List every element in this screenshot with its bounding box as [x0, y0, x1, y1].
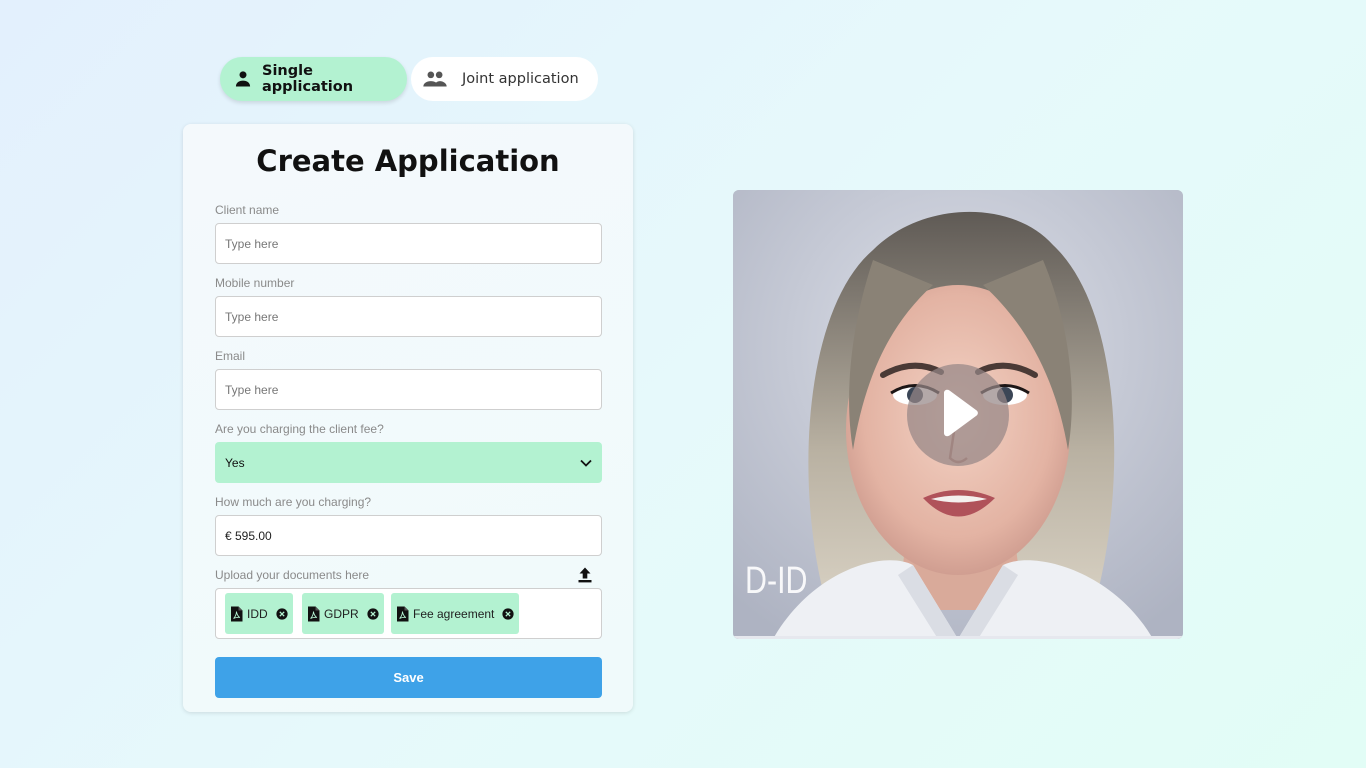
tab-joint-application[interactable]: Joint application	[411, 57, 598, 101]
page-title: Create Application	[256, 144, 560, 178]
email-input[interactable]	[215, 369, 602, 410]
document-label: IDD	[247, 606, 268, 621]
pdf-icon	[230, 606, 243, 622]
fee-amount-label: How much are you charging?	[215, 495, 372, 509]
people-icon	[422, 69, 448, 89]
application-type-tabs: Single application Joint application	[220, 57, 598, 101]
pdf-icon	[307, 606, 320, 622]
client-name-input[interactable]	[215, 223, 602, 264]
create-application-card: Create Application Client name Mobile nu…	[183, 124, 633, 712]
document-chip-idd[interactable]: IDD	[225, 593, 293, 634]
save-button[interactable]: Save	[215, 657, 602, 698]
person-icon	[233, 69, 253, 89]
fee-amount-input[interactable]	[215, 515, 602, 556]
charging-fee-label: Are you charging the client fee?	[215, 422, 384, 436]
chevron-down-icon	[580, 456, 592, 470]
tab-label: Joint application	[462, 71, 579, 87]
tab-single-application[interactable]: Single application	[220, 57, 407, 101]
document-chip-gdpr[interactable]: GDPR	[302, 593, 384, 634]
document-list: IDD GDPR Fee agreement	[215, 588, 602, 639]
tab-label: Single application	[262, 63, 354, 95]
play-button[interactable]	[907, 364, 1009, 466]
play-icon	[936, 388, 980, 443]
document-chip-fee-agreement[interactable]: Fee agreement	[391, 593, 520, 634]
close-icon[interactable]	[367, 607, 379, 620]
mobile-number-label: Mobile number	[215, 276, 295, 290]
charging-fee-value: Yes	[225, 455, 245, 470]
client-name-label: Client name	[215, 203, 280, 217]
upload-icon[interactable]	[576, 566, 594, 584]
document-label: Fee agreement	[413, 606, 495, 621]
close-icon[interactable]	[276, 607, 288, 620]
document-label: GDPR	[324, 606, 359, 621]
pdf-icon	[396, 606, 409, 622]
d-id-logo: D-ID	[745, 560, 808, 602]
charging-fee-select[interactable]: Yes	[215, 442, 602, 483]
close-icon[interactable]	[502, 607, 514, 620]
email-label: Email	[215, 349, 246, 363]
upload-documents-label: Upload your documents here	[215, 568, 370, 582]
mobile-number-input[interactable]	[215, 296, 602, 337]
video-player[interactable]: D-ID	[733, 190, 1183, 639]
